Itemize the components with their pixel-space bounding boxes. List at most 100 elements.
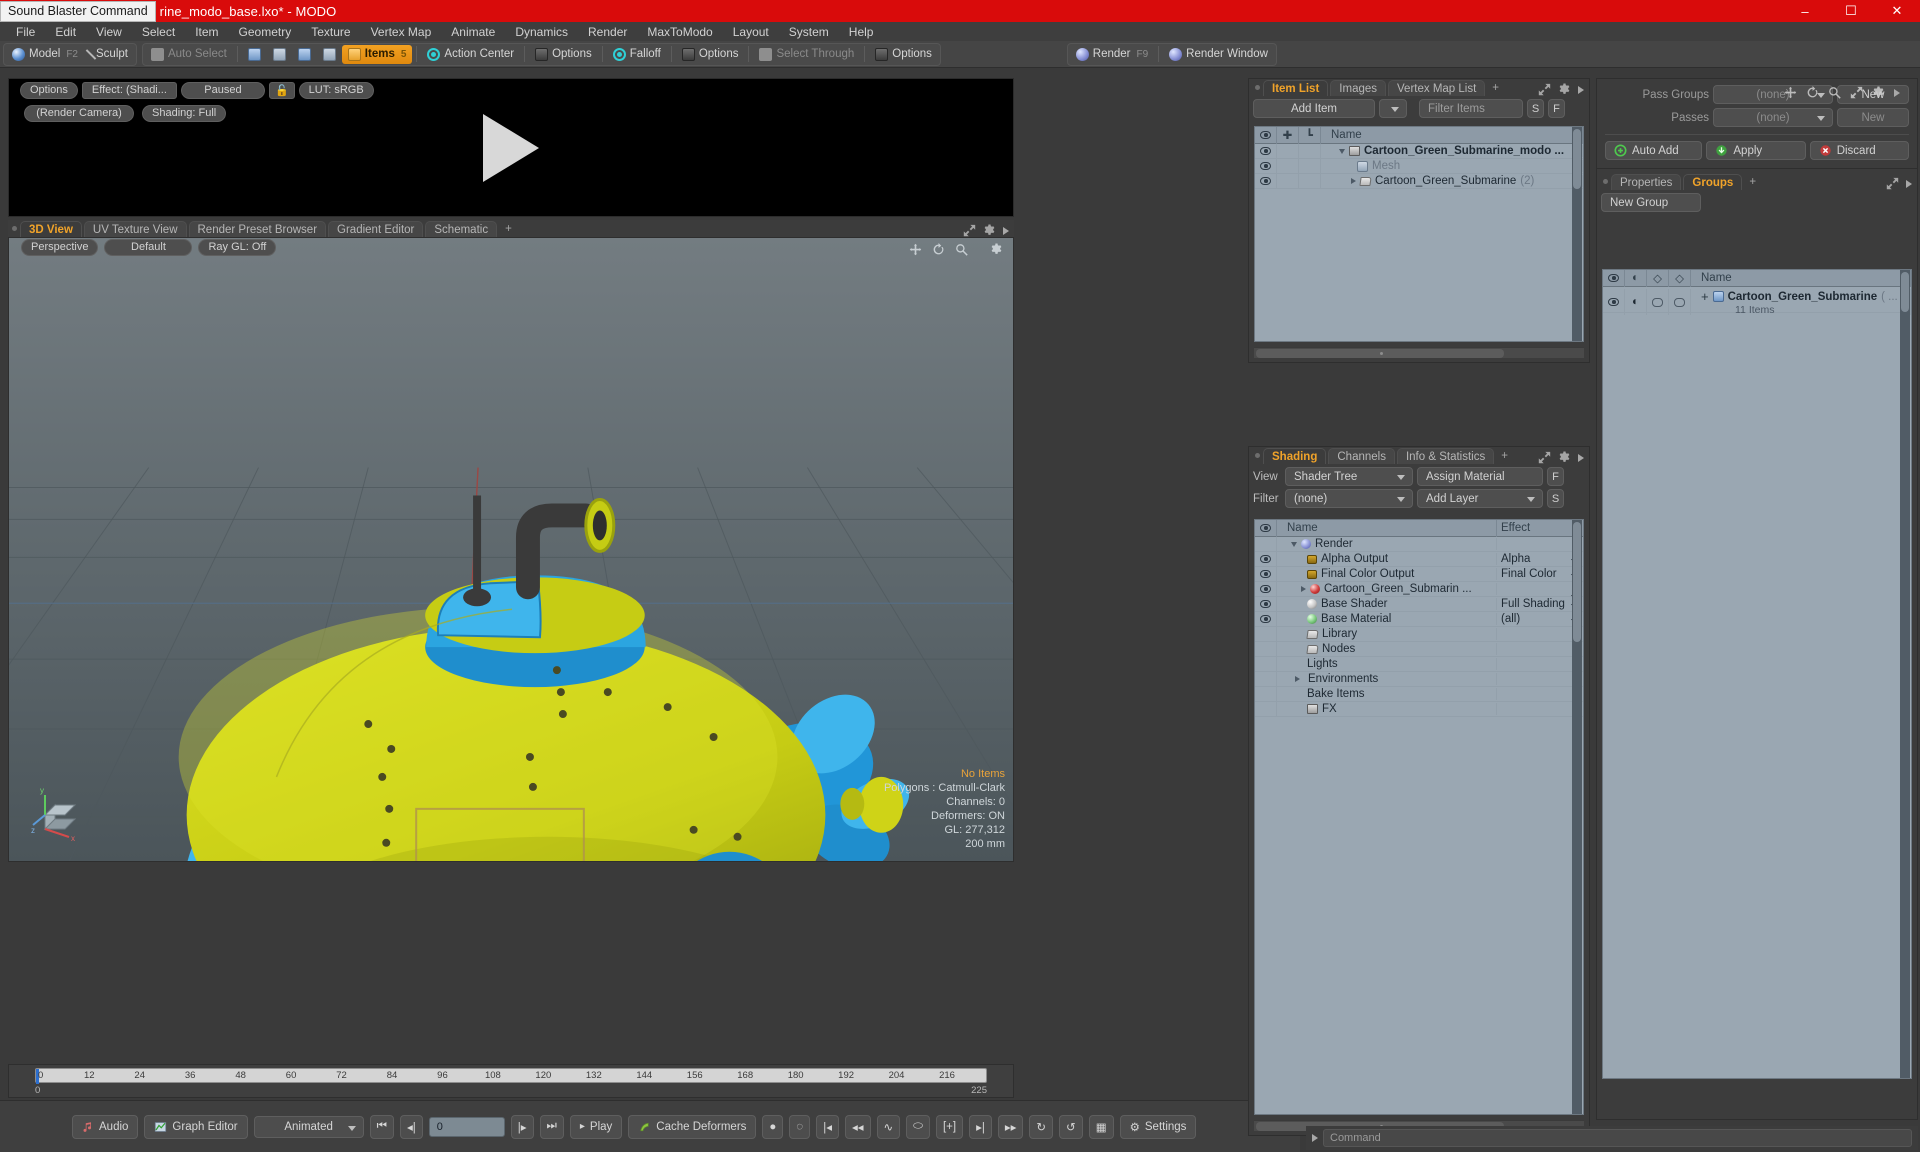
tab-groups[interactable]: Groups <box>1683 174 1743 190</box>
animation-mode-select[interactable]: Animated <box>253 1115 364 1138</box>
expand-arrow-icon[interactable] <box>1894 88 1900 97</box>
menu-file[interactable]: File <box>6 24 45 40</box>
tab-add-button[interactable]: + <box>1496 448 1513 464</box>
row-wireframe-toggle[interactable] <box>1647 289 1669 315</box>
discard-button[interactable]: Discard <box>1809 141 1909 160</box>
action-center-options-button[interactable]: Options <box>529 45 598 64</box>
gear-icon[interactable] <box>1558 451 1571 464</box>
tab-3d-view[interactable]: 3D View <box>20 221 82 237</box>
row-name-cell[interactable]: Alpha Output <box>1277 553 1497 565</box>
maximize-button[interactable]: ☐ <box>1828 0 1874 22</box>
bake-button[interactable]: ▦ <box>1088 1114 1114 1139</box>
close-button[interactable]: ✕ <box>1874 0 1920 22</box>
tab-add-button[interactable]: + <box>1744 174 1761 190</box>
row-visibility-toggle[interactable] <box>1255 551 1277 567</box>
item-list-s-button[interactable]: S <box>1527 99 1544 118</box>
tab-item-list[interactable]: Item List <box>1263 80 1329 96</box>
next-key2-button[interactable]: ▸▸ <box>997 1114 1024 1139</box>
passes-new-button[interactable]: New <box>1837 108 1909 127</box>
expand-arrow-icon[interactable] <box>1906 179 1912 188</box>
groups-tree[interactable]: ◐ ◇ ◇ Name ◐ + Cartoon_Green_Submarine (… <box>1602 269 1912 1079</box>
shading-f-button[interactable]: F <box>1547 467 1564 486</box>
row-visibility-toggle[interactable] <box>1255 701 1277 717</box>
row-name-cell[interactable]: Bake Items <box>1277 688 1497 700</box>
prev-key2-button[interactable]: ◂◂ <box>844 1114 871 1139</box>
table-row[interactable]: Render <box>1255 536 1583 552</box>
view-select[interactable]: Shader Tree <box>1285 467 1413 486</box>
next-frame-button[interactable]: |▸ <box>510 1114 534 1139</box>
move-icon[interactable] <box>1784 86 1797 99</box>
table-row[interactable]: Final Color Output Final Color <box>1255 566 1583 582</box>
row-name-cell[interactable]: Lights <box>1277 658 1497 670</box>
add-item-button[interactable]: Add Item <box>1253 99 1375 118</box>
tab-add-button[interactable]: + <box>1487 80 1504 96</box>
gear-icon[interactable] <box>990 243 1003 256</box>
row-lock-toggle[interactable] <box>1277 173 1299 189</box>
row-effect-cell[interactable]: Final Color <box>1497 568 1583 580</box>
loop-button[interactable]: ↻ <box>1029 1114 1054 1139</box>
ellipse-button[interactable]: ⬭ <box>906 1114 930 1139</box>
vertex-mode-button[interactable] <box>242 45 267 64</box>
select-through-button[interactable]: Select Through <box>753 45 860 64</box>
fit-icon[interactable] <box>1850 86 1863 99</box>
gear-icon[interactable] <box>1558 83 1571 96</box>
panel-handle[interactable] <box>1251 447 1263 464</box>
menu-item[interactable]: Item <box>185 24 228 40</box>
row-visibility-toggle[interactable] <box>1255 143 1277 159</box>
table-row[interactable]: Bake Items <box>1255 686 1583 702</box>
render-camera-button[interactable]: (Render Camera) <box>24 104 134 122</box>
row-effect-cell[interactable]: Full Shading <box>1497 598 1583 610</box>
table-row[interactable]: Mesh <box>1255 158 1583 174</box>
tab-add-button[interactable]: + <box>499 221 518 237</box>
next-key-button[interactable]: ▸| <box>969 1114 992 1139</box>
row-name-cell[interactable]: Mesh <box>1321 160 1583 172</box>
add-item-dropdown[interactable] <box>1379 99 1407 118</box>
item-list-scrollbar[interactable] <box>1572 127 1582 341</box>
items-mode-button[interactable]: Items 5 <box>341 44 413 64</box>
model-mode-button[interactable]: Model F2 <box>6 45 84 64</box>
menu-dynamics[interactable]: Dynamics <box>505 24 578 40</box>
tab-vertex-map-list[interactable]: Vertex Map List <box>1388 80 1486 96</box>
row-visibility-toggle[interactable] <box>1255 536 1277 552</box>
cache-deformers-button[interactable]: Cache Deformers <box>628 1114 757 1139</box>
table-row[interactable]: Cartoon_Green_Submarine_modo ... <box>1255 143 1583 159</box>
panel-handle[interactable] <box>1251 79 1263 96</box>
sound-blaster-overlay[interactable]: Sound Blaster Command <box>0 0 156 22</box>
chevron-down-icon[interactable] <box>1291 541 1297 547</box>
prev-key-button[interactable]: |◂ <box>816 1114 839 1139</box>
row-lock-toggle[interactable] <box>1277 143 1299 159</box>
apply-button[interactable]: Apply <box>1706 141 1806 160</box>
table-row[interactable]: FX <box>1255 701 1583 717</box>
row-visibility-toggle[interactable] <box>1255 671 1277 687</box>
key-create-button[interactable]: ● <box>762 1114 784 1139</box>
polygon-mode-button[interactable] <box>292 45 317 64</box>
render-lock-icon[interactable]: 🔓 <box>268 81 295 99</box>
loop-back-button[interactable]: ↺ <box>1059 1114 1083 1139</box>
default-shading-button[interactable]: Default <box>104 238 193 256</box>
table-row[interactable]: Alpha Output Alpha <box>1255 551 1583 567</box>
zoom-icon[interactable] <box>955 243 968 256</box>
row-name-cell[interactable]: Base Shader <box>1277 598 1497 610</box>
command-input[interactable]: Command <box>1323 1129 1912 1147</box>
row-visibility-toggle[interactable] <box>1255 626 1277 642</box>
panel-handle[interactable] <box>1599 173 1611 190</box>
row-visibility-toggle[interactable] <box>1255 566 1277 582</box>
settings-button[interactable]: ⚙ Settings <box>1119 1114 1197 1139</box>
expand-arrow-icon[interactable] <box>1578 85 1584 94</box>
play-button[interactable]: ▸ Play <box>569 1114 623 1139</box>
axis-gizmo[interactable]: y x z <box>31 781 93 843</box>
tab-schematic[interactable]: Schematic <box>425 221 498 237</box>
filter-select[interactable]: (none) <box>1285 489 1413 508</box>
menu-select[interactable]: Select <box>132 24 185 40</box>
shader-tree-scrollbar[interactable] <box>1572 520 1582 1114</box>
fit-icon[interactable] <box>963 224 976 237</box>
bracket-button[interactable]: [+] <box>935 1114 964 1139</box>
falloff-button[interactable]: Falloff <box>607 45 667 64</box>
fit-icon[interactable] <box>1886 177 1899 190</box>
ray-gl-button[interactable]: Ray GL: Off <box>198 238 277 256</box>
tab-gradient-editor[interactable]: Gradient Editor <box>328 221 424 237</box>
row-axis-toggle[interactable] <box>1299 158 1321 174</box>
render-options-button[interactable]: Options <box>20 81 78 99</box>
assign-material-button[interactable]: Assign Material <box>1417 467 1543 486</box>
passes-select[interactable]: (none) <box>1713 108 1833 127</box>
